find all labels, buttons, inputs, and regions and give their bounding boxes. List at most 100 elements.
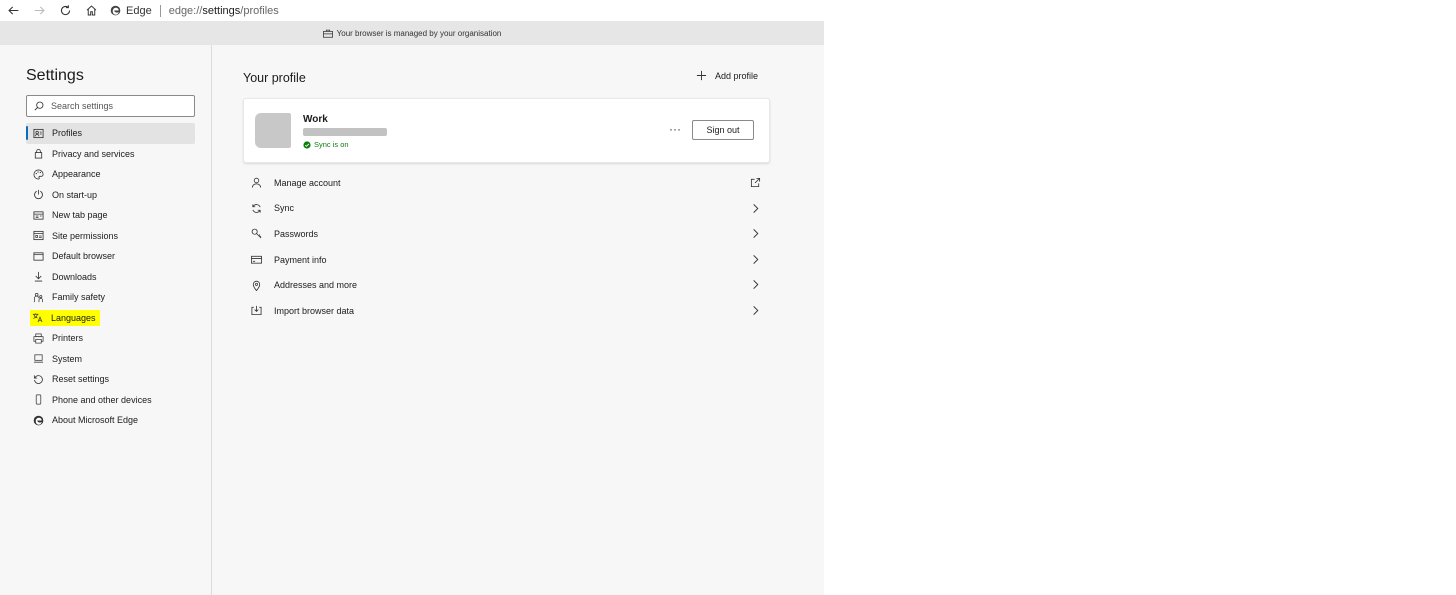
key-icon — [250, 228, 262, 240]
sync-status: Sync is on — [303, 140, 349, 149]
profile-name: Work — [303, 114, 328, 125]
new-tab-icon — [33, 210, 44, 221]
row-addresses[interactable]: Addresses and more — [243, 272, 768, 298]
row-passwords[interactable]: Passwords — [243, 221, 768, 247]
system-icon — [33, 353, 44, 364]
sidebar-item-phone-devices[interactable]: Phone and other devices — [26, 390, 195, 411]
back-arrow-icon — [7, 6, 18, 15]
power-icon — [33, 189, 44, 200]
sidebar-item-new-tab[interactable]: New tab page — [26, 205, 195, 226]
sidebar-item-label: Site permissions — [52, 230, 119, 241]
sidebar-item-site-permissions[interactable]: Site permissions — [26, 226, 195, 247]
site-permissions-icon — [33, 230, 44, 241]
sidebar-item-label: Reset settings — [52, 374, 110, 385]
refresh-button[interactable] — [52, 0, 78, 21]
external-link-icon — [750, 177, 761, 188]
forward-button[interactable] — [26, 0, 52, 21]
check-circle-icon — [303, 140, 311, 149]
row-label: Payment info — [274, 254, 327, 265]
back-button[interactable] — [0, 0, 26, 21]
managed-banner-text: Your browser is managed by your organisa… — [336, 29, 502, 38]
search-icon — [34, 101, 44, 111]
import-icon — [250, 305, 262, 317]
more-options-button[interactable]: ··· — [669, 122, 681, 136]
sidebar-item-system[interactable]: System — [26, 349, 195, 370]
sidebar-item-printers[interactable]: Printers — [26, 328, 195, 349]
sync-status-text: Sync is on — [314, 140, 349, 149]
url-scheme: edge:// — [168, 4, 203, 17]
row-label: Addresses and more — [274, 280, 358, 291]
row-label: Import browser data — [274, 305, 355, 316]
edge-logo-icon — [110, 5, 121, 16]
card-icon — [250, 254, 262, 266]
search-input[interactable] — [51, 101, 191, 111]
profile-email-redacted — [303, 128, 387, 136]
phone-icon — [33, 394, 44, 405]
chevron-right-icon — [750, 254, 761, 265]
chevron-right-icon — [750, 228, 761, 239]
lock-icon — [33, 148, 44, 159]
briefcase-icon — [322, 29, 333, 38]
home-button[interactable] — [78, 0, 104, 21]
profile-card: Work Sync is on ··· Sign out — [243, 98, 770, 163]
add-profile-label: Add profile — [715, 70, 759, 81]
sidebar-item-label: Profiles — [52, 128, 83, 139]
row-label: Sync — [274, 203, 295, 214]
add-profile-button[interactable]: Add profile — [696, 70, 758, 81]
profile-icon — [33, 128, 44, 139]
sidebar-item-label: About Microsoft Edge — [52, 415, 139, 426]
address-bar[interactable]: Edge edge:// settings /profiles — [110, 0, 279, 21]
chevron-right-icon — [750, 203, 761, 214]
sync-icon — [250, 202, 262, 214]
url-path: /profiles — [240, 4, 279, 17]
home-icon — [86, 5, 96, 16]
sidebar-item-profiles[interactable]: Profiles — [26, 123, 195, 144]
edge-icon — [33, 415, 44, 426]
refresh-icon — [60, 5, 70, 16]
sidebar-item-label: Downloads — [52, 271, 97, 282]
sidebar-item-startup[interactable]: On start-up — [26, 185, 195, 206]
url-host: settings — [202, 4, 241, 17]
row-manage-account[interactable]: Manage account — [243, 170, 768, 196]
sign-out-button[interactable]: Sign out — [692, 120, 754, 140]
sidebar-item-label: Privacy and services — [52, 148, 135, 159]
row-import-data[interactable]: Import browser data — [243, 298, 768, 324]
sidebar-item-label: On start-up — [52, 189, 98, 200]
browser-icon — [33, 251, 44, 262]
sidebar-item-downloads[interactable]: Downloads — [26, 267, 195, 288]
settings-sidebar: Settings Profiles Privacy and services A… — [0, 45, 212, 595]
chevron-right-icon — [750, 305, 761, 316]
page-title: Your profile — [243, 71, 306, 85]
settings-title: Settings — [26, 67, 84, 84]
sidebar-item-label: System — [52, 353, 83, 364]
plus-icon — [696, 70, 707, 81]
person-icon — [250, 177, 262, 189]
location-icon — [250, 279, 262, 291]
family-icon — [33, 292, 44, 303]
address-divider — [159, 4, 161, 17]
sidebar-item-label: New tab page — [52, 210, 108, 221]
avatar — [255, 113, 291, 148]
sidebar-item-about-edge[interactable]: About Microsoft Edge — [26, 410, 195, 431]
sidebar-item-reset[interactable]: Reset settings — [26, 369, 195, 390]
sidebar-item-family-safety[interactable]: Family safety — [26, 287, 195, 308]
sidebar-item-default-browser[interactable]: Default browser — [26, 246, 195, 267]
row-label: Manage account — [274, 177, 341, 188]
browser-window: Edge edge:// settings /profiles Your bro… — [0, 0, 824, 595]
sidebar-item-appearance[interactable]: Appearance — [26, 164, 195, 185]
reset-icon — [33, 374, 44, 385]
row-payment-info[interactable]: Payment info — [243, 247, 768, 273]
sidebar-item-languages[interactable]: Languages — [26, 308, 195, 329]
sidebar-item-label: Languages — [51, 312, 96, 323]
row-sync[interactable]: Sync — [243, 196, 768, 222]
row-label: Passwords — [274, 228, 319, 239]
sidebar-item-privacy[interactable]: Privacy and services — [26, 144, 195, 165]
settings-main: Your profile Add profile Work Sync is on… — [212, 45, 824, 595]
palette-icon — [33, 169, 44, 180]
chevron-right-icon — [750, 279, 761, 290]
sidebar-item-label: Appearance — [52, 169, 101, 180]
managed-banner[interactable]: Your browser is managed by your organisa… — [0, 22, 824, 45]
download-icon — [33, 271, 44, 282]
search-box[interactable] — [26, 95, 195, 117]
sidebar-item-label: Printers — [52, 333, 84, 344]
